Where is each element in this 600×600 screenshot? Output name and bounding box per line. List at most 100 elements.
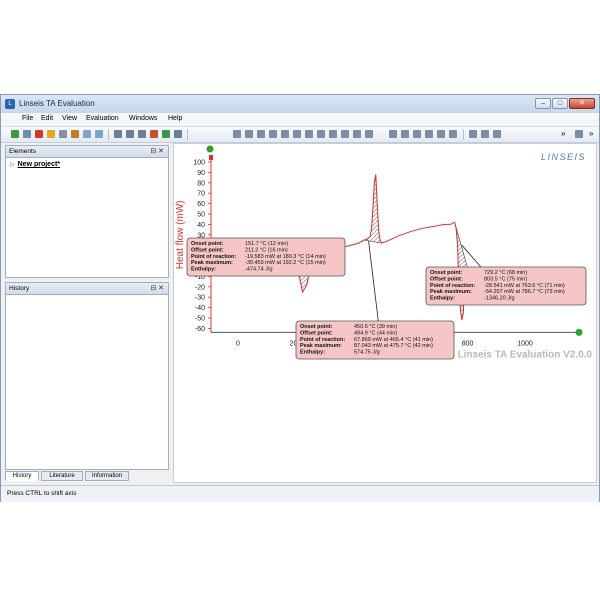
y-tick-label: 70 xyxy=(197,191,205,198)
curve-icon[interactable] xyxy=(138,130,146,138)
minimize-icon[interactable]: – xyxy=(535,98,551,109)
toolbar-overflow-icon[interactable]: » xyxy=(561,129,565,138)
annotation-value: 67.869 mW at 465.4 °C (41 min) xyxy=(354,337,433,343)
watermark-text: Linseis TA Evaluation V2.0.0 xyxy=(458,349,593,360)
status-text: Press CTRL to shift axis xyxy=(7,490,77,497)
annotation-value: 151.7 °C (12 min) xyxy=(245,241,288,247)
menu-bar: File Edit View Evaluation Windows Help xyxy=(1,113,599,126)
menu-evaluation[interactable]: Evaluation xyxy=(86,115,119,122)
undo-icon[interactable] xyxy=(83,130,91,138)
annotation-value: -474.74 J/g xyxy=(245,267,273,273)
maximize-icon[interactable]: □ xyxy=(552,98,568,109)
text-icon[interactable] xyxy=(329,130,337,138)
tree-item-project[interactable]: ▷ New project* xyxy=(10,161,60,168)
save-icon[interactable] xyxy=(35,130,43,138)
legend-icon[interactable] xyxy=(437,130,445,138)
save-as-icon[interactable] xyxy=(47,130,55,138)
glass-transition-icon[interactable] xyxy=(353,130,361,138)
annotation-value: 450.6 °C (39 min) xyxy=(354,324,397,330)
smooth-icon[interactable] xyxy=(305,130,313,138)
menu-windows[interactable]: Windows xyxy=(129,115,157,122)
onset-icon[interactable] xyxy=(245,130,253,138)
annotation-label: Onset point: xyxy=(430,270,463,276)
tab-information[interactable]: Information xyxy=(85,471,129,481)
cursor-icon[interactable] xyxy=(401,130,409,138)
annotation-label: Point of reaction: xyxy=(191,254,236,260)
x-tick-label: 0 xyxy=(236,340,240,347)
annotation-value: 494.9 °C (44 min) xyxy=(354,330,397,336)
title-bar: L Linseis TA Evaluation – □ ✕ xyxy=(1,95,599,114)
mass-loss-icon[interactable] xyxy=(341,130,349,138)
chart-area[interactable]: 1009080706050403020100-10-20-30-40-50-60… xyxy=(173,143,597,483)
compare-icon[interactable] xyxy=(481,130,489,138)
menu-file[interactable]: File xyxy=(22,115,33,122)
y-tick-label: 40 xyxy=(197,222,205,229)
scale-icon[interactable] xyxy=(425,130,433,138)
axis-handle-right[interactable] xyxy=(575,328,583,336)
fit-icon[interactable] xyxy=(174,130,182,138)
tree-item-label: New project* xyxy=(17,161,61,168)
toolbar-overflow-icon[interactable]: » xyxy=(589,129,593,138)
annotation-value: -30.459 mW at 192.2 °C (15 min) xyxy=(245,260,326,266)
annotation-value: 211.2 °C (16 min) xyxy=(245,247,288,253)
y-tick-label: -40 xyxy=(195,305,205,312)
derivative-icon[interactable] xyxy=(293,130,301,138)
toolbar-separator xyxy=(187,129,188,140)
ruler-icon[interactable] xyxy=(413,130,421,138)
enthalpy-icon[interactable] xyxy=(365,130,373,138)
annotation-label: Point of reaction: xyxy=(430,283,475,289)
baseline-icon[interactable] xyxy=(233,130,241,138)
zoom-out-icon[interactable] xyxy=(162,130,170,138)
report-icon[interactable] xyxy=(493,130,501,138)
add-point-icon[interactable] xyxy=(389,130,397,138)
zoom-in-icon[interactable] xyxy=(150,130,158,138)
marker-icon[interactable] xyxy=(317,130,325,138)
app-icon: L xyxy=(5,99,15,109)
annotation-value: 729.2 °C (68 min) xyxy=(484,270,527,276)
peak-icon[interactable] xyxy=(257,130,265,138)
annotation-value: -28.541 mW at 763.6 °C (71 min) xyxy=(484,283,565,289)
elements-panel-header: Elements ⊟ ✕ xyxy=(6,146,168,158)
annotation-label: Offset point: xyxy=(191,247,224,253)
heat-flow-chart[interactable]: 1009080706050403020100-10-20-30-40-50-60… xyxy=(174,144,596,482)
x-tick-label: 800 xyxy=(462,340,474,347)
table-icon[interactable] xyxy=(126,130,134,138)
expand-arrow-icon[interactable]: ▷ xyxy=(10,162,15,168)
settings-icon[interactable] xyxy=(575,130,583,138)
menu-view[interactable]: View xyxy=(62,115,77,122)
panel-pin-icon[interactable]: ⊟ ✕ xyxy=(150,147,164,155)
panel-pin-icon[interactable]: ⊟ ✕ xyxy=(150,284,164,292)
menu-edit[interactable]: Edit xyxy=(41,115,53,122)
step-icon[interactable] xyxy=(281,130,289,138)
annotation-value: 803.5 °C (75 min) xyxy=(484,276,527,282)
history-panel-header: History ⊟ ✕ xyxy=(6,283,168,295)
axis-icon[interactable] xyxy=(114,130,122,138)
area-icon[interactable] xyxy=(269,130,277,138)
y-tick-label: 90 xyxy=(197,170,205,177)
annotation-label: Enthalpy: xyxy=(430,296,455,302)
tab-literature[interactable]: Literature xyxy=(41,471,83,481)
annotation-value: 87.043 mW at 475.7 °C (42 min) xyxy=(354,343,433,349)
close-icon[interactable]: ✕ xyxy=(569,98,595,109)
tab-history[interactable]: History xyxy=(5,471,39,481)
print-icon[interactable] xyxy=(59,130,67,138)
axis-handle-top[interactable] xyxy=(206,145,214,153)
annotation-value: -19.583 mW at 180.3 °C (14 min) xyxy=(245,254,326,260)
history-panel-title: History xyxy=(9,285,30,292)
export-icon[interactable] xyxy=(71,130,79,138)
annotation-label: Offset point: xyxy=(430,276,463,282)
annotation-label: Onset point: xyxy=(300,324,333,330)
annotation-value: 574.75 J/g xyxy=(354,350,380,356)
grid-icon[interactable] xyxy=(449,130,457,138)
calc-icon[interactable] xyxy=(469,130,477,138)
open-icon[interactable] xyxy=(23,130,31,138)
elements-panel: Elements ⊟ ✕ ▷ New project* xyxy=(5,145,169,278)
elements-panel-title: Elements xyxy=(9,148,37,155)
y-axis-shift-handle[interactable] xyxy=(209,155,213,160)
redo-icon[interactable] xyxy=(95,130,103,138)
new-project-icon[interactable] xyxy=(11,130,19,138)
y-tick-label: 60 xyxy=(197,201,205,208)
annotation-label: Peak maximum: xyxy=(191,260,233,266)
menu-help[interactable]: Help xyxy=(168,115,182,122)
app-window: L Linseis TA Evaluation – □ ✕ File Edit … xyxy=(0,94,600,502)
